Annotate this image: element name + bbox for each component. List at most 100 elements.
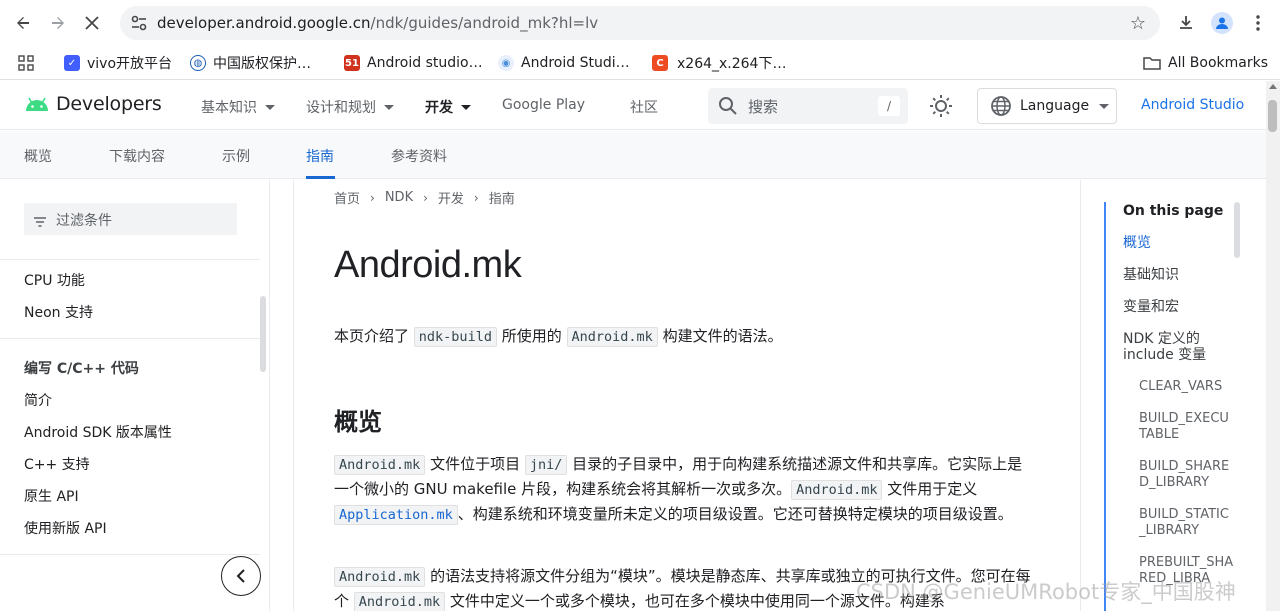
tab-guides[interactable]: 指南 (306, 146, 334, 166)
toc-subitem-clear-vars[interactable]: CLEAR_VARS (1139, 379, 1234, 395)
toc-item-variables[interactable]: 变量和宏 (1123, 299, 1233, 315)
language-select[interactable]: Language (977, 88, 1117, 124)
globe-icon: ◍ (190, 55, 206, 71)
bookmark-copyright[interactable]: ◍ 中国版权保护… (190, 53, 311, 73)
nav-google-play[interactable]: Google Play (502, 97, 585, 113)
sidebar-item-native-api[interactable]: 原生 API (24, 486, 79, 506)
sidebar-item-intro[interactable]: 简介 (24, 390, 52, 410)
globe-icon (991, 96, 1011, 116)
51-icon: 51 (344, 55, 360, 71)
active-tab-indicator (306, 176, 335, 179)
page-title: Android.mk (334, 244, 522, 286)
content-border (293, 180, 294, 611)
bookmark-x264[interactable]: C x264_x.264下… (652, 53, 786, 73)
code-android-mk: Android.mk (353, 592, 446, 611)
breadcrumb-home[interactable]: 首页 (334, 188, 360, 207)
code-android-mk: Android.mk (334, 455, 426, 475)
chevron-right-icon: › (423, 190, 428, 205)
toc-item-overview[interactable]: 概览 (1123, 235, 1233, 251)
menu-button[interactable] (1243, 8, 1273, 38)
toc-item-basics[interactable]: 基础知识 (1123, 267, 1233, 283)
content-border (1080, 180, 1081, 611)
page-scrollbar-thumb[interactable] (1268, 100, 1277, 132)
breadcrumb-ndk[interactable]: NDK (385, 190, 413, 205)
stop-loading-button[interactable] (77, 8, 107, 38)
theme-toggle-button[interactable] (928, 93, 954, 123)
chevron-right-icon: › (370, 190, 375, 205)
tab-reference[interactable]: 参考资料 (391, 146, 447, 166)
bookmark-android-studio[interactable]: ◉ Android Studi… (498, 53, 630, 73)
sidebar-item-cpp-support[interactable]: C++ 支持 (24, 454, 90, 474)
download-button[interactable] (1171, 8, 1201, 38)
bookmark-android-studio-51[interactable]: 51 Android studio… (344, 53, 483, 73)
sidebar-item-neon[interactable]: Neon 支持 (24, 302, 93, 322)
code-android-mk: Android.mk (334, 567, 426, 587)
developers-logo[interactable]: Developers (24, 93, 162, 115)
toc-subitem-build-shared[interactable]: BUILD_SHARED_LIBRARY (1139, 459, 1234, 491)
breadcrumb-guides[interactable]: 指南 (489, 188, 515, 207)
breadcrumb-develop[interactable]: 开发 (438, 188, 464, 207)
browser-toolbar: developer.android.google.cn/ndk/guides/a… (0, 0, 1280, 46)
scroll-up-arrow-icon[interactable] (1269, 84, 1277, 89)
toc-scrollbar[interactable] (1234, 202, 1240, 258)
person-icon (1216, 17, 1228, 29)
bookmark-vivo[interactable]: ✓ vivo开放平台 (64, 53, 172, 73)
left-sidebar: 过滤条件 CPU 功能 Neon 支持 编写 C/C++ 代码 简介 Andro… (0, 180, 270, 611)
collapse-sidebar-button[interactable] (221, 556, 261, 596)
sidebar-scrollbar[interactable] (260, 296, 266, 372)
sidebar-divider (0, 554, 260, 555)
folder-icon (1143, 57, 1161, 70)
code-android-mk: Android.mk (566, 327, 658, 347)
avatar (1211, 12, 1233, 34)
sidebar-divider (0, 259, 260, 260)
sidebar-item-new-api[interactable]: 使用新版 API (24, 518, 107, 538)
tab-overview[interactable]: 概览 (24, 146, 52, 166)
chevron-down-icon (384, 104, 394, 110)
site-info-icon[interactable] (130, 14, 148, 32)
breadcrumb: 首页 › NDK › 开发 › 指南 (334, 188, 515, 207)
bookmarks-bar: ✓ vivo开放平台 ◍ 中国版权保护… 51 Android studio… … (0, 46, 1280, 80)
chevron-down-icon (265, 104, 275, 110)
sidebar-divider (0, 338, 260, 339)
application-mk-link[interactable]: Application.mk (334, 505, 458, 525)
nav-design[interactable]: 设计和规划 (306, 97, 394, 117)
more-vert-icon (1256, 15, 1260, 31)
apps-button[interactable] (18, 53, 34, 73)
apps-grid-icon (18, 55, 34, 71)
search-icon (718, 96, 738, 120)
check-square-icon: ✓ (64, 55, 80, 71)
toc-subitem-build-executable[interactable]: BUILD_EXECUTABLE (1139, 411, 1234, 443)
toc-item-ndk-include[interactable]: NDK 定义的 include 变量 (1123, 331, 1233, 363)
intro-paragraph: 本页介绍了 ndk-build 所使用的 Android.mk 构建文件的语法。 (334, 327, 783, 347)
nav-basics[interactable]: 基本知识 (201, 97, 275, 117)
search-shortcut-badge: / (878, 96, 900, 116)
tab-samples[interactable]: 示例 (222, 146, 250, 166)
address-bar[interactable]: developer.android.google.cn/ndk/guides/a… (120, 6, 1160, 40)
all-bookmarks[interactable]: All Bookmarks (1143, 53, 1268, 73)
sidebar-heading-write-code[interactable]: 编写 C/C++ 代码 (24, 358, 139, 378)
nav-develop[interactable]: 开发 (425, 97, 471, 117)
sidebar-item-sdk-version[interactable]: Android SDK 版本属性 (24, 422, 172, 442)
code-android-mk: Android.mk (791, 480, 883, 500)
profile-button[interactable] (1207, 8, 1237, 38)
forward-button[interactable] (43, 8, 73, 38)
nav-community[interactable]: 社区 (630, 97, 658, 117)
sun-icon (930, 95, 952, 117)
download-icon (1180, 16, 1192, 29)
back-button[interactable] (8, 8, 38, 38)
toc-subitem-build-static[interactable]: BUILD_STATIC_LIBRARY (1139, 507, 1234, 539)
android-studio-link[interactable]: Android Studio (1141, 97, 1244, 113)
sidebar-item-cpu[interactable]: CPU 功能 (24, 270, 85, 290)
filter-input[interactable]: 过滤条件 (24, 203, 237, 235)
page-scrollbar[interactable] (1266, 81, 1280, 611)
watermark: CSDN @GenieUMRobot专家_中国股神 (856, 580, 1236, 604)
close-icon (85, 16, 99, 30)
search-input[interactable]: 搜索 / (708, 88, 908, 124)
bookmark-star-icon[interactable]: ☆ (1130, 13, 1146, 34)
arrow-right-icon (52, 17, 64, 29)
overview-paragraph-1: Android.mk 文件位于项目 jni/ 目录的子目录中，用于向构建系统描述… (334, 455, 1023, 525)
code-jni: jni/ (524, 455, 568, 475)
android-head-icon (26, 97, 48, 111)
tab-downloads[interactable]: 下载内容 (109, 146, 165, 166)
url-text: developer.android.google.cn/ndk/guides/a… (157, 14, 599, 32)
